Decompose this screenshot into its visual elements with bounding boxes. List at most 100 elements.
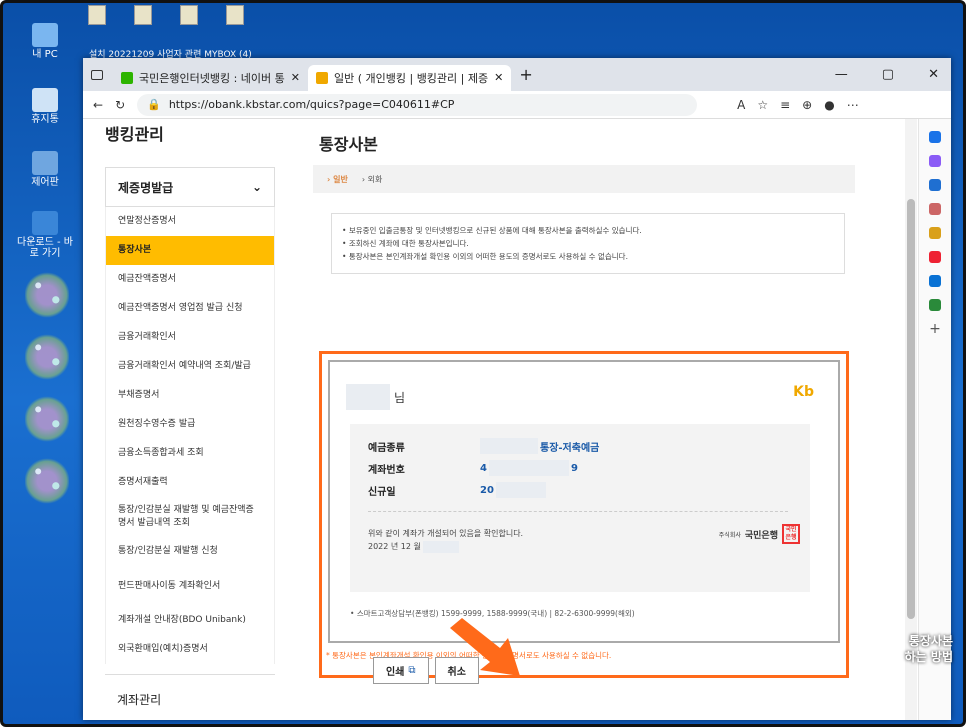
field-account-number: 계좌번호 49 <box>368 460 578 476</box>
folder-icon[interactable] <box>180 5 198 25</box>
desktop: 설치 20221209 사업자 관련 MYBOX (4) 내 PC 휴지통 제어… <box>0 0 966 727</box>
sidebar-item[interactable]: 금융거래확인서 예약내역 조회/발급 <box>105 352 275 381</box>
main-content: 통장사본 › 일반 › 외화 • 보유중인 입출금통장 및 인터넷뱅킹으로 신규… <box>313 119 855 678</box>
desktop-top-icons <box>88 5 244 25</box>
notice-line: • 통장사본은 본인계좌개설 확인용 이외의 어떠한 용도의 증명서로도 사용하… <box>342 252 628 261</box>
tree-icon[interactable] <box>929 299 941 311</box>
sidebar-item[interactable]: 예금잔액증명서 영업점 발급 신청 <box>105 294 275 323</box>
desktop-icon-control-panel[interactable]: 제어판 <box>15 151 75 188</box>
scrollbar-thumb[interactable] <box>907 199 915 619</box>
tab-bar: 국민은행인터넷뱅킹 : 네이버 통 ✕ 일반 ( 개인뱅킹 | 뱅킹관리 | 제… <box>83 58 951 91</box>
close-window-button[interactable]: ✕ <box>928 67 939 82</box>
more-icon[interactable]: ⋯ <box>847 98 859 112</box>
close-tab-icon[interactable]: ✕ <box>494 71 503 84</box>
notice-line: • 보유중인 입출금통장 및 인터넷뱅킹으로 신규된 상품에 대해 통장사본을 … <box>342 226 642 235</box>
masked-value <box>423 540 460 553</box>
desktop-icon-downloads[interactable]: 다운로드 - 바로 가기 <box>15 211 75 259</box>
passbook-copy-inner: 님 Kb 예금종류 통장-저축예금 계좌번호 49 신규일 20 위와 같이 계… <box>328 360 840 643</box>
outlook-icon[interactable] <box>929 275 941 287</box>
file-icon[interactable] <box>134 5 152 25</box>
tab-general[interactable]: › 일반 <box>327 174 348 185</box>
new-tab-button[interactable]: + <box>519 65 532 84</box>
tab-kb-general[interactable]: 일반 ( 개인뱅킹 | 뱅킹관리 | 제증 ✕ <box>307 64 512 91</box>
overlay-caption: 통장사본 하는 방법 <box>904 634 953 664</box>
notice-box: • 보유중인 입출금통장 및 인터넷뱅킹으로 신규된 상품에 대해 통장사본을 … <box>331 213 845 274</box>
kb-logo-icon: Kb <box>793 384 814 400</box>
sidebar-item[interactable]: 금융거래확인서 <box>105 323 275 352</box>
orange-arrow-icon <box>450 618 520 676</box>
back-icon[interactable]: ← <box>93 98 103 112</box>
external-link-icon: ⧉ <box>408 665 416 676</box>
edge-sidebar: + <box>918 119 951 720</box>
sidebar-item[interactable]: 펀드판매사이동 계좌확인서 <box>105 566 275 606</box>
games-icon[interactable] <box>929 227 941 239</box>
masked-value <box>480 438 538 454</box>
print-button[interactable]: 인쇄 ⧉ <box>373 657 429 684</box>
chevron-down-icon: ⌄ <box>251 180 262 194</box>
url-field[interactable]: 🔒 https://obank.kbstar.com/quics?page=C0… <box>137 93 698 116</box>
scrollbar[interactable] <box>905 119 917 720</box>
account-info-box: 예금종류 통장-저축예금 계좌번호 49 신규일 20 위와 같이 계좌가 개설… <box>350 424 810 592</box>
masked-name <box>346 384 390 410</box>
close-tab-icon[interactable]: ✕ <box>291 71 300 84</box>
field-deposit-type: 예금종류 통장-저축예금 <box>368 438 599 454</box>
sidebar-item[interactable]: 예금잔액증명서 <box>105 265 275 294</box>
refresh-icon[interactable]: ↻ <box>115 98 125 112</box>
sparkle-icon[interactable] <box>929 155 941 167</box>
desktop-icon-my-pc[interactable]: 내 PC <box>15 23 75 60</box>
recycle-bin-icon <box>32 88 58 112</box>
masked-value <box>488 460 569 476</box>
sidebar-item[interactable]: 통장/인감분실 재발행 및 예금잔액증명서 발급내역 조회 <box>105 497 275 537</box>
field-open-date: 신규일 20 <box>368 482 546 498</box>
computer-icon <box>32 23 58 47</box>
sidebar-item[interactable]: 금융소득종합과세 조회 <box>105 439 275 468</box>
folder-icon[interactable] <box>226 5 244 25</box>
notice-line: • 조회하신 계좌에 대한 통장사본입니다. <box>342 239 469 248</box>
masked-value <box>495 482 546 498</box>
kb-icon <box>315 71 328 84</box>
briefcase-icon[interactable] <box>929 203 941 215</box>
tab-foreign[interactable]: › 외화 <box>362 174 382 185</box>
favorite-icon[interactable]: ☆ <box>757 98 768 112</box>
collections-icon[interactable]: ⊕ <box>802 98 812 112</box>
sidebar-title: 뱅킹관리 <box>105 125 164 144</box>
tab-actions-icon[interactable] <box>91 69 103 80</box>
sidebar-item-active[interactable]: 통장사본 <box>105 236 275 265</box>
confirm-text: 위와 같이 계좌가 개설되어 있음을 확인합니다. 2022 년 12 월 <box>368 529 524 553</box>
sidebar-item[interactable]: 증명서재출력 <box>105 468 275 497</box>
maximize-button[interactable]: ▢ <box>882 67 894 82</box>
divider <box>368 511 788 512</box>
window-controls: — ▢ ✕ <box>835 67 951 82</box>
browser-window: 국민은행인터넷뱅킹 : 네이버 통 ✕ 일반 ( 개인뱅킹 | 뱅킹관리 | 제… <box>83 58 951 720</box>
page-sidebar: 뱅킹관리 제증명발급 ⌄ 연말정산증명서 통장사본 예금잔액증명서 예금잔액증명… <box>105 119 275 708</box>
sidebar-item[interactable]: 원천징수영수증 발급 <box>105 410 275 439</box>
bank-signature: 주식회사 국민은행 국민은행 <box>719 524 800 544</box>
blurred-icon <box>25 457 69 505</box>
passbook-copy-card: 님 Kb 예금종류 통장-저축예금 계좌번호 49 신규일 20 위와 같이 계… <box>319 351 849 678</box>
favorites-list-icon[interactable]: ≡ <box>780 98 790 112</box>
sidebar-footer-item[interactable]: 계좌관리 <box>105 674 275 708</box>
sidebar-item[interactable]: 연말정산증명서 <box>105 207 275 236</box>
add-icon[interactable]: + <box>929 322 941 336</box>
sidebar-item[interactable]: 부채증명서 <box>105 381 275 410</box>
blurred-icon <box>25 395 69 443</box>
sidebar-item[interactable]: 통장/인감분실 재발행 신청 <box>105 537 275 566</box>
blurred-icon <box>25 271 69 319</box>
tab-kb-naver[interactable]: 국민은행인터넷뱅킹 : 네이버 통 ✕ <box>113 65 308 91</box>
sidebar-item[interactable]: 계좌개설 안내장(BDO Unibank) <box>105 606 275 635</box>
address-bar-row: ← ↻ 🔒 https://obank.kbstar.com/quics?pag… <box>83 91 951 119</box>
tag-icon[interactable] <box>929 179 941 191</box>
search-icon[interactable] <box>929 131 941 143</box>
profile-icon[interactable]: ● <box>824 98 834 112</box>
minimize-button[interactable]: — <box>835 67 848 82</box>
control-panel-icon <box>32 151 58 175</box>
page-title: 통장사본 <box>319 135 378 154</box>
office-icon[interactable] <box>929 251 941 263</box>
file-icon[interactable] <box>88 5 106 25</box>
read-aloud-icon[interactable]: A <box>737 98 745 112</box>
sidebar-section-header[interactable]: 제증명발급 ⌄ <box>105 167 275 207</box>
desktop-icon-recycle-bin[interactable]: 휴지통 <box>15 88 75 125</box>
account-holder: 님 <box>346 384 405 410</box>
download-icon <box>32 211 58 235</box>
sidebar-item[interactable]: 외국환매입(예치)증명서 <box>105 635 275 664</box>
